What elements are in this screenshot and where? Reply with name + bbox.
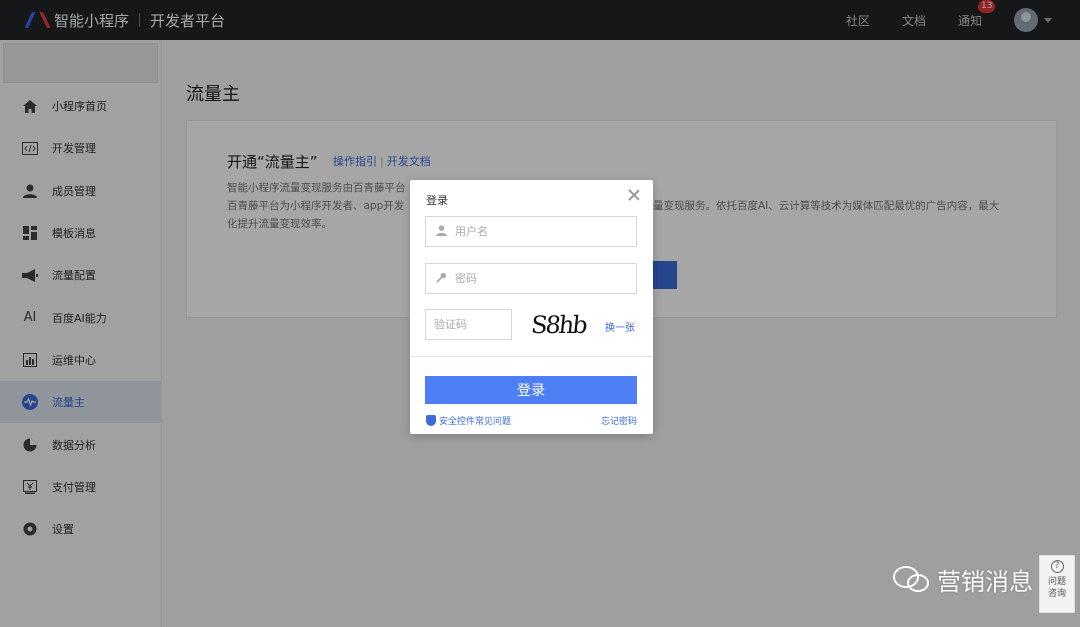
login-modal: 登录 S8hb 换一张 登录 安全控件常见问题 忘记密码 [410, 180, 653, 434]
close-icon[interactable] [627, 188, 641, 202]
security-help-link[interactable]: 安全控件常见问题 [426, 414, 511, 427]
password-input[interactable] [455, 272, 625, 285]
password-field[interactable] [425, 263, 637, 294]
key-icon [435, 272, 447, 286]
login-button[interactable]: 登录 [425, 376, 637, 404]
user-icon [435, 224, 447, 239]
modal-divider [410, 356, 653, 357]
wechat-icon [893, 564, 933, 596]
question-icon: ? [1050, 560, 1064, 573]
forgot-password-link[interactable]: 忘记密码 [601, 414, 637, 427]
help-widget-label: 问题咨询 [1047, 577, 1066, 599]
username-field[interactable] [425, 216, 637, 247]
help-widget[interactable]: ? 问题咨询 [1039, 555, 1075, 613]
watermark: 营销消息 [893, 562, 1033, 597]
captcha-input[interactable] [434, 318, 508, 331]
modal-title: 登录 [426, 194, 448, 207]
shield-icon [426, 415, 436, 426]
captcha-image[interactable]: S8hb [518, 309, 599, 340]
refresh-captcha-link[interactable]: 换一张 [605, 319, 635, 334]
captcha-field[interactable] [425, 309, 512, 340]
watermark-text: 营销消息 [937, 568, 1033, 596]
security-help-label: 安全控件常见问题 [439, 417, 512, 427]
username-input[interactable] [455, 225, 625, 238]
